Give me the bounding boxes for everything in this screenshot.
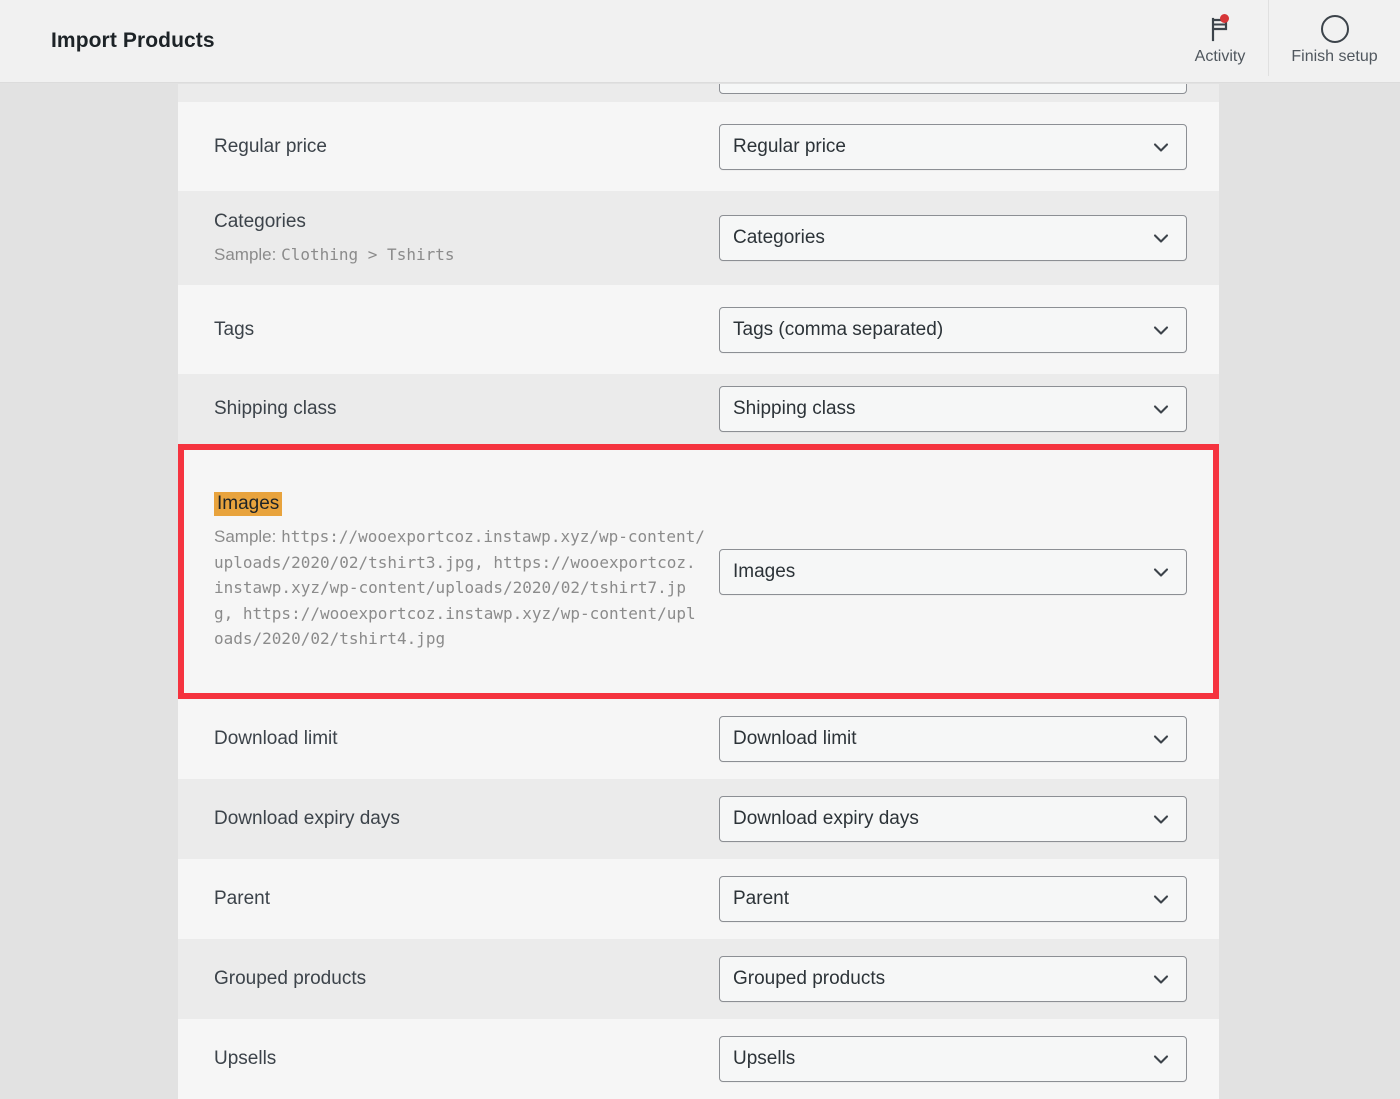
column-label: Regular price bbox=[214, 134, 705, 160]
mapping-row-control-cell: Regular price bbox=[719, 124, 1187, 170]
select-value: Grouped products bbox=[733, 968, 1150, 990]
mapping-row-label-cell: Regular price bbox=[214, 134, 719, 160]
sample-prefix: Sample: bbox=[214, 527, 281, 546]
flag-icon bbox=[1208, 12, 1232, 46]
mapping-row-control-cell: Download expiry days bbox=[719, 796, 1187, 842]
column-label: Upsells bbox=[214, 1046, 705, 1072]
mapping-rows: Regular price Regular price Categories Samp… bbox=[178, 102, 1219, 1099]
chevron-down-icon bbox=[1150, 319, 1172, 341]
activity-label: Activity bbox=[1195, 49, 1246, 65]
column-label: Categories bbox=[214, 209, 705, 235]
select-value: Categories bbox=[733, 227, 1150, 249]
select-value: Upsells bbox=[733, 1048, 1150, 1070]
mapping-row-label-cell: Images Sample: https://wooexportcoz.insta… bbox=[214, 491, 719, 651]
chevron-down-icon bbox=[1150, 728, 1172, 750]
mapping-row: Download limit Download limit bbox=[178, 699, 1219, 779]
chevron-down-icon bbox=[1150, 1048, 1172, 1070]
select-value: Shipping class bbox=[733, 398, 1150, 420]
mapping-row-label-cell: Parent bbox=[214, 886, 719, 912]
chevron-down-icon bbox=[1150, 561, 1172, 583]
column-mapping-select[interactable]: Shipping class bbox=[719, 386, 1187, 432]
activity-button[interactable]: Activity bbox=[1172, 0, 1268, 76]
mapping-row-control-cell: Shipping class bbox=[719, 386, 1187, 432]
left-gutter bbox=[0, 84, 178, 1099]
sample-text: Clothing > Tshirts bbox=[281, 245, 454, 264]
column-mapping-select[interactable]: Download expiry days bbox=[719, 796, 1187, 842]
select-value: Images bbox=[733, 561, 1150, 583]
column-mapping-select[interactable]: Download limit bbox=[719, 716, 1187, 762]
select-value: Download expiry days bbox=[733, 808, 1150, 830]
column-mapping-select[interactable]: Tags (comma separated) bbox=[719, 307, 1187, 353]
chevron-down-icon bbox=[1150, 888, 1172, 910]
progress-circle-icon bbox=[1319, 12, 1351, 46]
scrolled-off-row bbox=[178, 84, 1219, 102]
topbar-actions: Activity Finish setup bbox=[1172, 0, 1400, 82]
column-label: Images bbox=[214, 491, 705, 517]
sample-value: Sample: Clothing > Tshirts bbox=[214, 242, 705, 268]
page-title: Import Products bbox=[51, 29, 215, 53]
chevron-down-icon bbox=[1150, 808, 1172, 830]
mapping-row: Regular price Regular price bbox=[178, 102, 1219, 191]
mapping-row-control-cell: Download limit bbox=[719, 716, 1187, 762]
finish-setup-button[interactable]: Finish setup bbox=[1268, 0, 1400, 76]
sample-prefix: Sample: bbox=[214, 245, 281, 264]
mapping-row-label-cell: Grouped products bbox=[214, 966, 719, 992]
column-label: Tags bbox=[214, 317, 705, 343]
highlighted-column-label: Images bbox=[214, 492, 282, 516]
select-value: Download limit bbox=[733, 728, 1150, 750]
mapping-row: Shipping class Shipping class bbox=[178, 374, 1219, 444]
mapping-row: Grouped products Grouped products bbox=[178, 939, 1219, 1019]
column-mapping-select[interactable]: Categories bbox=[719, 215, 1187, 261]
scrolled-off-select[interactable] bbox=[719, 84, 1187, 94]
admin-topbar: Import Products Activity Finish setup bbox=[0, 0, 1400, 83]
column-label: Download expiry days bbox=[214, 806, 705, 832]
select-value: Regular price bbox=[733, 136, 1150, 158]
select-value: Parent bbox=[733, 888, 1150, 910]
mapping-row-label-cell: Shipping class bbox=[214, 396, 719, 422]
right-gutter bbox=[1219, 84, 1400, 1099]
sample-text: https://wooexportcoz.instawp.xyz/wp-cont… bbox=[214, 527, 705, 648]
mapping-row: Images Sample: https://wooexportcoz.insta… bbox=[178, 444, 1219, 699]
import-mapping-panel: Regular price Regular price Categories Samp… bbox=[178, 84, 1219, 1099]
mapping-row-label-cell: Upsells bbox=[214, 1046, 719, 1072]
finish-setup-label: Finish setup bbox=[1291, 49, 1377, 65]
mapping-row: CategoriesSample: Clothing > TshirtsCate… bbox=[178, 191, 1219, 285]
column-mapping-select[interactable]: Images bbox=[719, 549, 1187, 595]
chevron-down-icon bbox=[1150, 136, 1172, 158]
column-label: Grouped products bbox=[214, 966, 705, 992]
mapping-row: Download expiry days Download expiry days bbox=[178, 779, 1219, 859]
mapping-row-control-cell: Grouped products bbox=[719, 956, 1187, 1002]
chevron-down-icon bbox=[1150, 968, 1172, 990]
mapping-row-label-cell: Download limit bbox=[214, 726, 719, 752]
column-label: Download limit bbox=[214, 726, 705, 752]
select-value: Tags (comma separated) bbox=[733, 319, 1150, 341]
mapping-row-label-cell: Categories Sample: Clothing > Tshirts bbox=[214, 209, 719, 267]
mapping-row-control-cell: Categories bbox=[719, 215, 1187, 261]
mapping-row-control-cell: Parent bbox=[719, 876, 1187, 922]
mapping-row: Upsells Upsells bbox=[178, 1019, 1219, 1099]
mapping-row-control-cell: Images bbox=[719, 549, 1187, 595]
mapping-row-label-cell: Tags bbox=[214, 317, 719, 343]
column-label: Parent bbox=[214, 886, 705, 912]
mapping-row: Tags Tags (comma separated) bbox=[178, 285, 1219, 374]
activity-badge-dot bbox=[1220, 14, 1229, 23]
sample-value: Sample: https://wooexportcoz.instawp.xyz… bbox=[214, 524, 705, 652]
column-mapping-select[interactable]: Upsells bbox=[719, 1036, 1187, 1082]
mapping-row-control-cell: Upsells bbox=[719, 1036, 1187, 1082]
chevron-down-icon bbox=[1150, 227, 1172, 249]
column-mapping-select[interactable]: Grouped products bbox=[719, 956, 1187, 1002]
mapping-row: Parent Parent bbox=[178, 859, 1219, 939]
column-mapping-select[interactable]: Regular price bbox=[719, 124, 1187, 170]
mapping-row-label-cell: Download expiry days bbox=[214, 806, 719, 832]
chevron-down-icon bbox=[1150, 398, 1172, 420]
column-mapping-select[interactable]: Parent bbox=[719, 876, 1187, 922]
column-label: Shipping class bbox=[214, 396, 705, 422]
mapping-row-control-cell: Tags (comma separated) bbox=[719, 307, 1187, 353]
